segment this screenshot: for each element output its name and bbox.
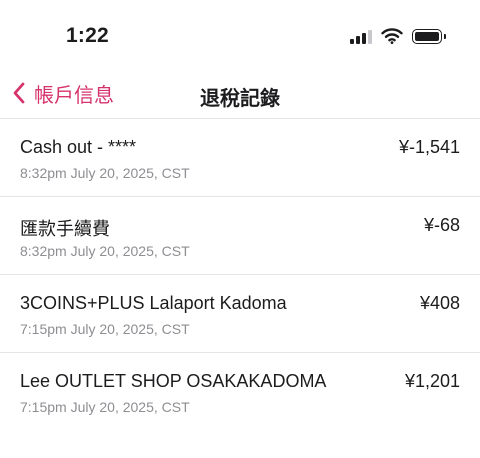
transaction-amount: ¥-68 (423, 215, 460, 235)
transaction-list: Cash out - **** 8:32pm July 20, 2025, CS… (0, 119, 480, 430)
transaction-amount: ¥-1,541 (398, 137, 460, 157)
transaction-title: 3COINS+PLUS Lalaport Kadoma (20, 293, 287, 313)
transaction-title: Lee OUTLET SHOP OSAKAKADOMA (20, 371, 327, 391)
status-icons (350, 26, 446, 46)
status-time: 1:22 (66, 24, 109, 47)
transaction-row[interactable]: Cash out - **** 8:32pm July 20, 2025, CS… (0, 119, 480, 197)
signal-icon (350, 29, 372, 44)
transaction-row[interactable]: 匯款手續費 8:32pm July 20, 2025, CST ¥-68 (0, 197, 480, 275)
transaction-datetime: 8:32pm July 20, 2025, CST (20, 165, 190, 181)
navigation-bar: 帳戶信息 退稅記錄 (0, 70, 480, 118)
transaction-datetime: 7:15pm July 20, 2025, CST (20, 399, 190, 415)
status-bar: 1:22 (0, 0, 480, 70)
transaction-title: 匯款手續費 (20, 219, 110, 239)
transaction-amount: ¥1,201 (404, 371, 460, 391)
transaction-title: Cash out - **** (20, 137, 137, 157)
transaction-amount: ¥408 (419, 293, 460, 313)
transaction-row[interactable]: 3COINS+PLUS Lalaport Kadoma 7:15pm July … (0, 275, 480, 353)
battery-icon (412, 28, 446, 44)
page-title: 退稅記錄 (200, 88, 280, 110)
wifi-icon (381, 28, 403, 44)
transaction-row[interactable]: Lee OUTLET SHOP OSAKAKADOMA 7:15pm July … (0, 353, 480, 430)
transaction-datetime: 8:32pm July 20, 2025, CST (20, 243, 190, 259)
transaction-datetime: 7:15pm July 20, 2025, CST (20, 321, 190, 337)
